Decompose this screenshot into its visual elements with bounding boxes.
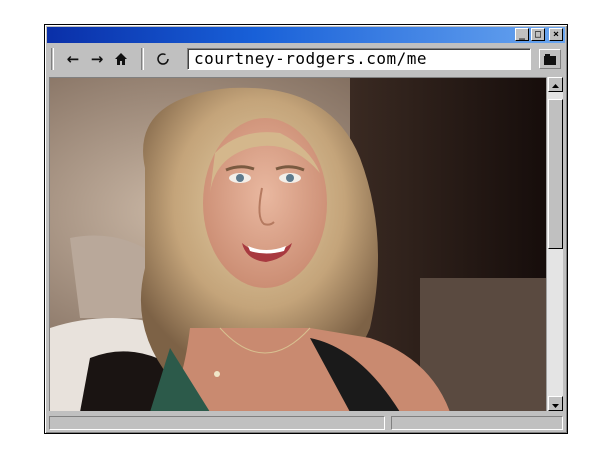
- title-bar[interactable]: _ □ ×: [47, 27, 565, 43]
- status-bar: [47, 415, 565, 431]
- triangle-up-icon: [552, 84, 559, 88]
- toolbar-separator: [141, 48, 144, 70]
- page-viewport[interactable]: [49, 77, 546, 411]
- scroll-down-button[interactable]: [548, 396, 563, 411]
- address-bar-input[interactable]: courtney-rodgers.com/me: [187, 48, 531, 70]
- forward-button[interactable]: →: [87, 49, 107, 69]
- home-icon: [115, 53, 127, 65]
- profile-photo: [50, 78, 546, 411]
- arrow-right-icon: →: [90, 50, 104, 68]
- minimize-button[interactable]: _: [515, 28, 529, 41]
- toolbar-grip[interactable]: [51, 48, 54, 70]
- browser-window: _ □ × ← → courtney-rodgers.com/me: [44, 24, 568, 434]
- go-button[interactable]: [539, 49, 561, 69]
- folder-icon: [544, 54, 556, 65]
- scroll-thumb[interactable]: [548, 99, 563, 249]
- back-button[interactable]: ←: [63, 49, 83, 69]
- scroll-up-button[interactable]: [548, 77, 563, 92]
- refresh-button[interactable]: [153, 49, 173, 69]
- status-text: [49, 416, 385, 430]
- vertical-scrollbar[interactable]: [546, 77, 563, 411]
- close-button[interactable]: ×: [549, 28, 563, 41]
- status-zone: [391, 416, 563, 430]
- maximize-button[interactable]: □: [531, 28, 545, 41]
- arrow-left-icon: ←: [66, 50, 80, 68]
- home-button[interactable]: [111, 49, 131, 69]
- triangle-down-icon: [552, 404, 559, 408]
- navigation-toolbar: ← → courtney-rodgers.com/me: [47, 45, 565, 73]
- refresh-icon: [157, 53, 169, 65]
